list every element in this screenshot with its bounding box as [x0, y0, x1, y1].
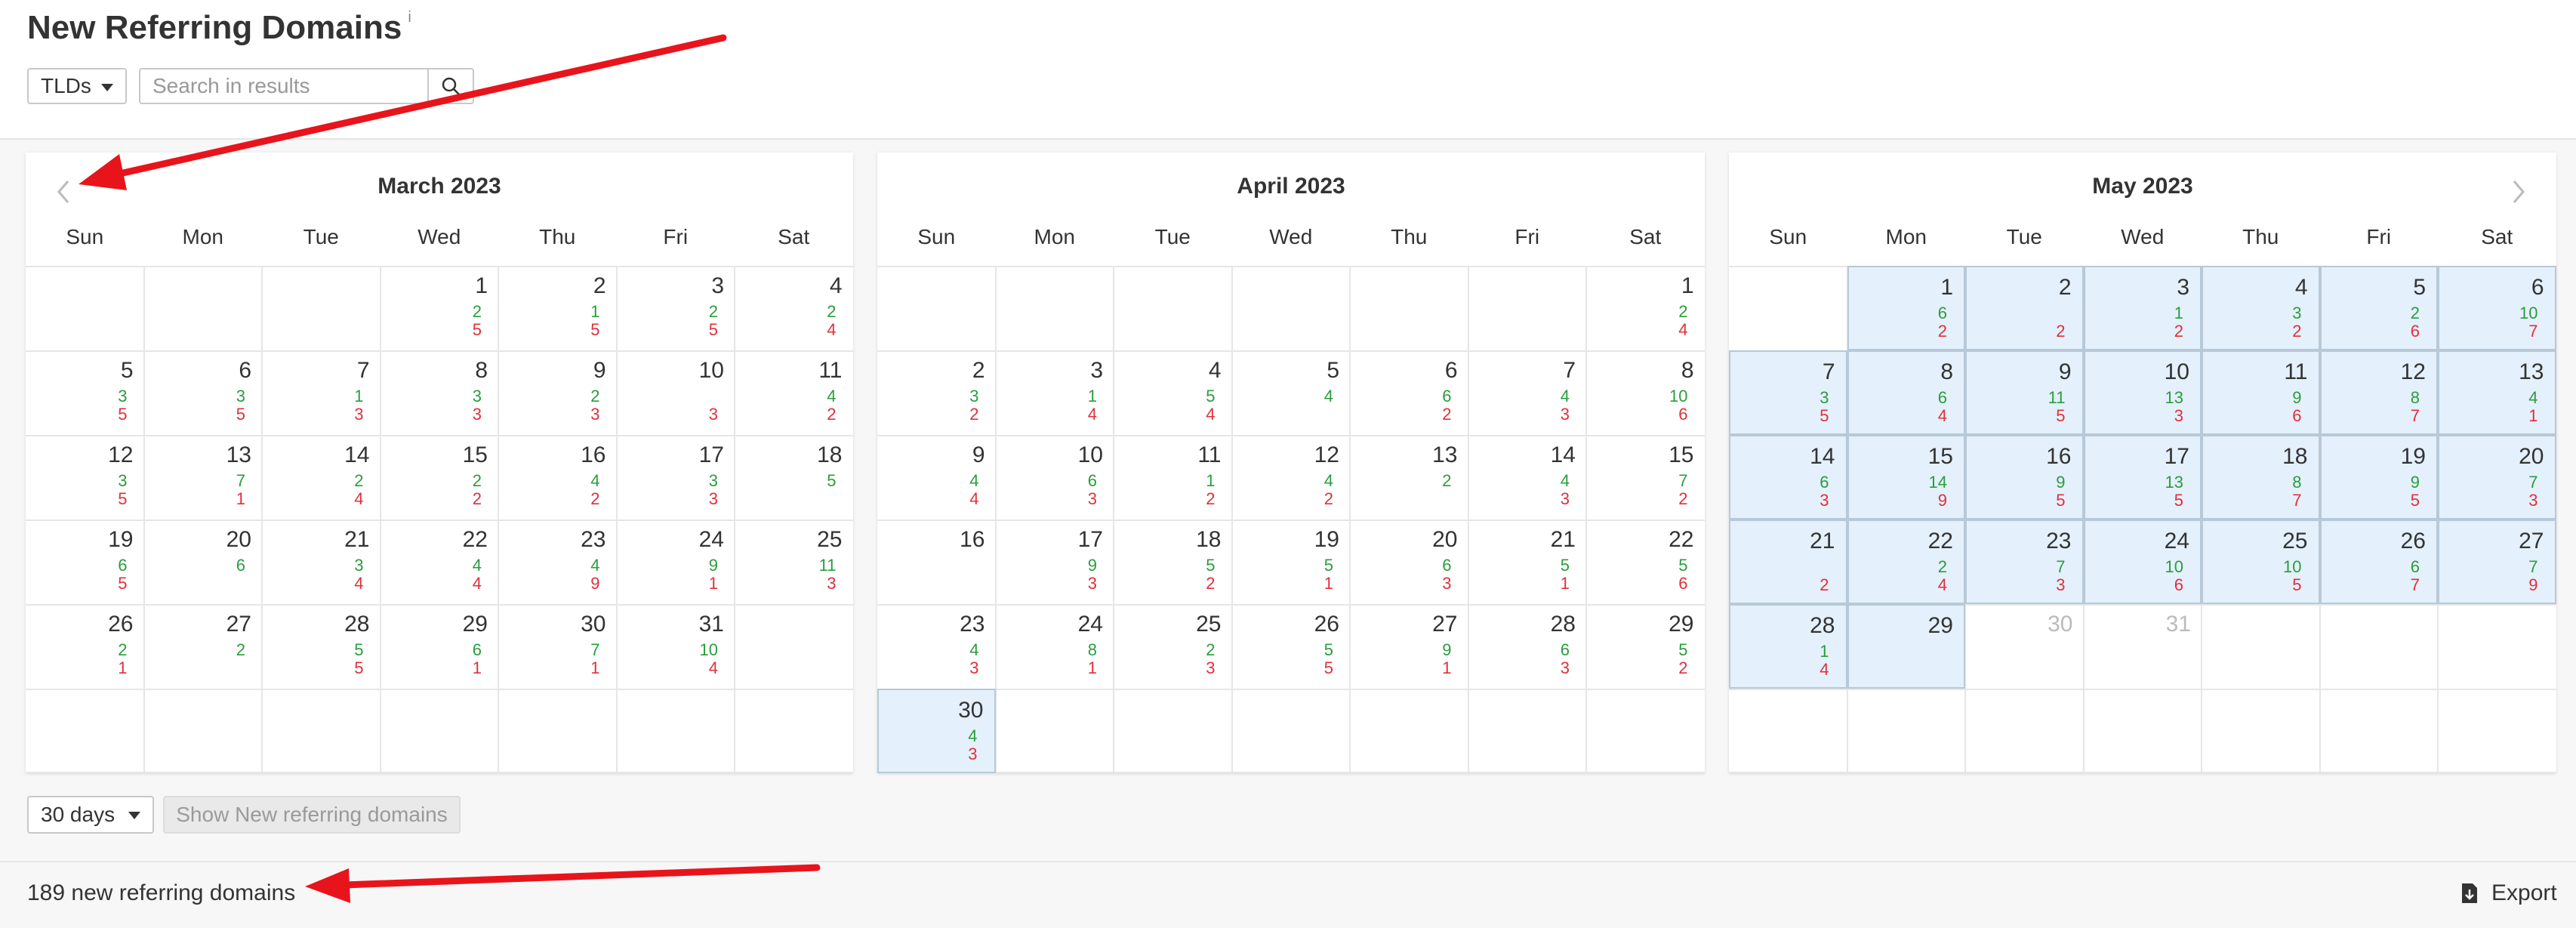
annotation-arrow-top — [79, 34, 727, 190]
annotation-arrows — [79, 34, 821, 903]
annotation-arrow-bottom — [305, 864, 821, 903]
